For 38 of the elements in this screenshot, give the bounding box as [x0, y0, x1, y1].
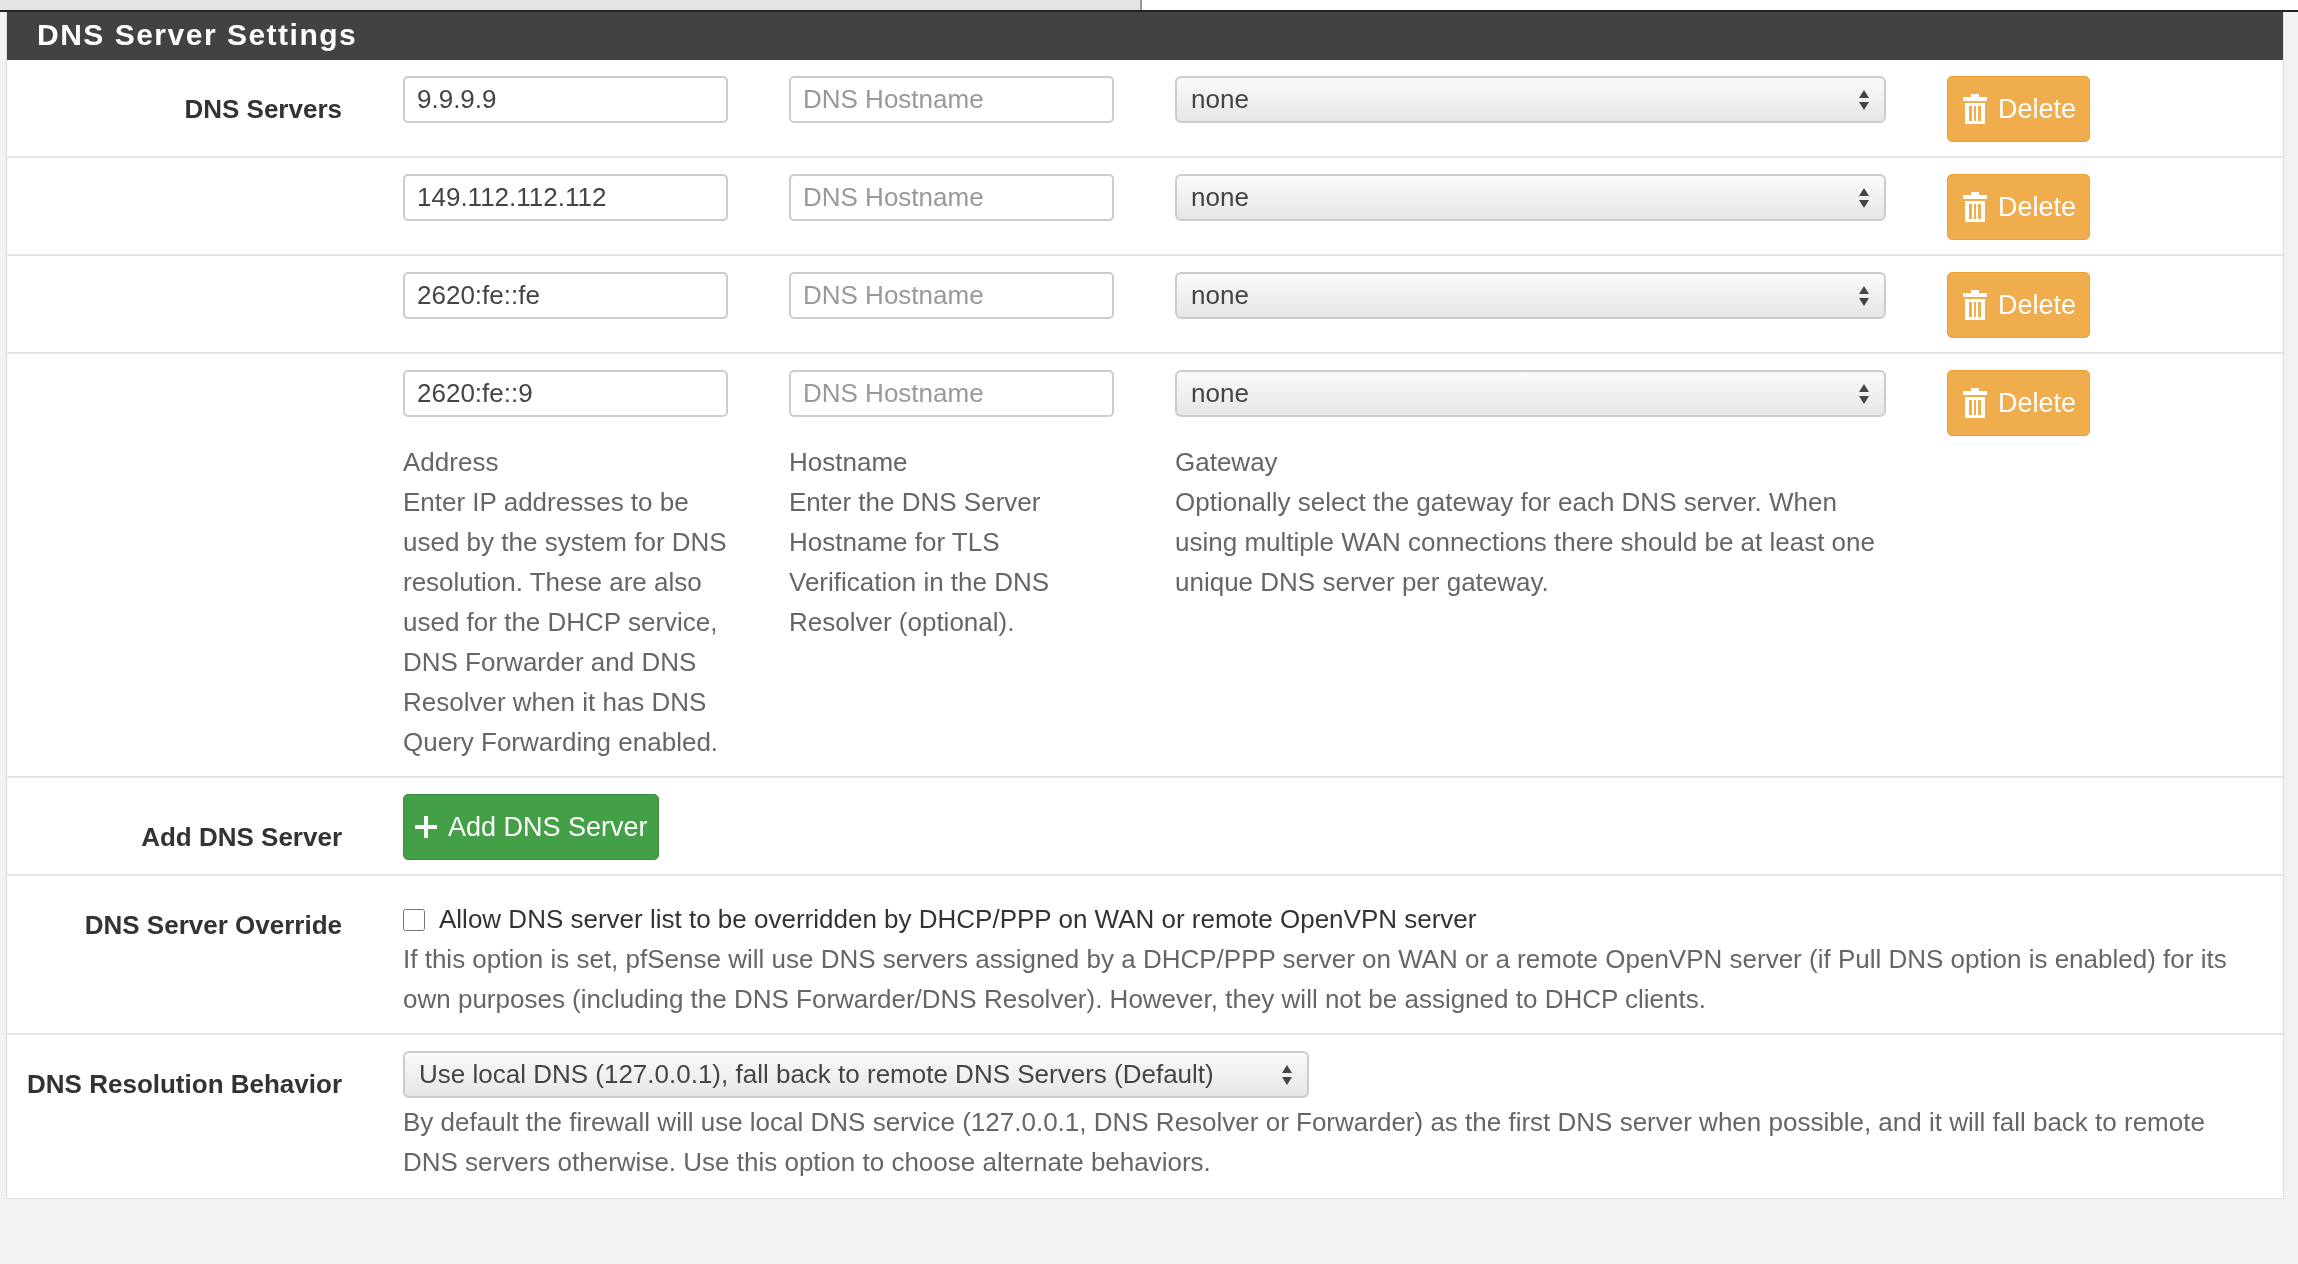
trash-icon [1962, 93, 1988, 125]
dropdown-arrows-icon [1858, 88, 1870, 111]
field-label: DNS Resolution Behavior [27, 1069, 342, 1099]
section-title: DNS Server Settings [37, 18, 358, 51]
column-title: Gateway [1175, 446, 1279, 479]
column-title: Address [403, 446, 500, 479]
trash-icon [1962, 191, 1988, 223]
field-label: DNS Server Override [84, 910, 342, 940]
checkbox-label: Allow DNS server list to be overridden by DHCP/PPP on WAN or remote OpenVPN server [439, 904, 1477, 935]
address-field[interactable]: 2620:fe::fe [403, 272, 728, 319]
field-label: Add DNS Server [141, 822, 342, 852]
help-text: By default the firewall will use local DNS service (127.0.0.1, DNS Resolver or Forwarder) as the first DNS server when possible, and it will fall back to remote DNS servers otherwise. Use this option to choose alternate behaviors. [403, 1106, 2206, 1179]
gateway-select[interactable]: none [1175, 370, 1886, 417]
gateway-select[interactable]: none [1175, 76, 1886, 123]
field-label: DNS Servers [184, 94, 342, 124]
help-text: Optionally select the gateway for each DNS server. When using multiple WAN connections there should be at least one unique DNS server per gateway. [1175, 486, 1876, 599]
hostname-field[interactable]: DNS Hostname [789, 76, 1114, 123]
plus-icon [414, 815, 438, 839]
dropdown-arrows-icon [1858, 284, 1870, 307]
dropdown-arrows-icon [1858, 382, 1870, 405]
hostname-field[interactable]: DNS Hostname [789, 272, 1114, 319]
hostname-field[interactable]: DNS Hostname [789, 174, 1114, 221]
help-text: If this option is set, pfSense will use DNS servers assigned by a DHCP/PPP server on WAN or a remote OpenVPN server (if Pull DNS option is enabled) for its own purposes (including the DNS Forwarder/DNS Resolver). However, they will not be assigned to DHCP clients. [403, 943, 2228, 1016]
help-text: Enter IP addresses to be used by the system for DNS resolution. These are also used for the DHCP service, DNS Forwarder and DNS Resolver when it has DNS Query Forwarding enabled. [403, 486, 728, 759]
hostname-field[interactable]: DNS Hostname [789, 370, 1114, 417]
resolution-select[interactable]: Use local DNS (127.0.0.1), fall back to remote DNS Servers (Default) [403, 1051, 1309, 1098]
override-checkbox[interactable] [403, 908, 425, 931]
column-title: Hostname [789, 446, 909, 479]
gateway-select[interactable]: none [1175, 272, 1886, 319]
trash-icon [1962, 387, 1988, 419]
gateway-select[interactable]: none [1175, 174, 1886, 221]
address-field[interactable]: 149.112.112.112 [403, 174, 728, 221]
address-field[interactable]: 9.9.9.9 [403, 76, 728, 123]
help-text: Enter the DNS Server Hostname for TLS Verification in the DNS Resolver (optional). [789, 486, 1051, 639]
trash-icon [1962, 289, 1988, 321]
dropdown-arrows-icon [1858, 186, 1870, 209]
address-field[interactable]: 2620:fe::9 [403, 370, 728, 417]
dropdown-arrows-icon [1281, 1063, 1293, 1086]
